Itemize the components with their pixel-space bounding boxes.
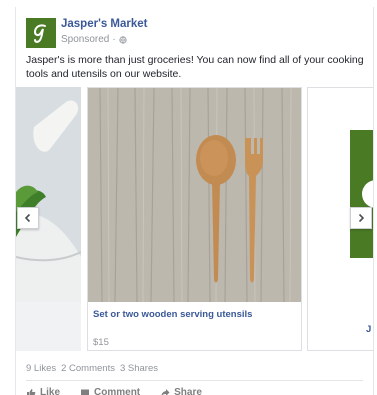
chevron-right-icon	[358, 213, 365, 223]
engagement-stats: 9 Likes 2 Comments 3 Shares	[26, 363, 158, 374]
chevron-left-icon	[24, 213, 31, 223]
carousel-prev-button[interactable]	[17, 207, 39, 229]
sponsored-post-card: Jasper's Market Sponsored · Jasper's is …	[15, 7, 374, 395]
sponsored-label[interactable]: Sponsored	[61, 34, 109, 45]
wooden-utensils-image	[88, 88, 301, 302]
comment-label: Comment	[94, 387, 141, 395]
share-label: Share	[174, 387, 202, 395]
brand-green-panel	[350, 130, 373, 258]
product-carousel: Set or two wooden serving utensils $15 J	[16, 87, 373, 351]
page-name-link[interactable]: Jasper's Market	[61, 18, 147, 30]
share-icon	[161, 388, 170, 395]
like-label: Like	[40, 387, 61, 395]
next-product-title-link[interactable]: J	[366, 324, 371, 335]
next-product-image	[308, 88, 373, 302]
meta-separator: ·	[112, 34, 116, 45]
carousel-card-utensils[interactable]: Set or two wooden serving utensils $15	[87, 87, 302, 351]
product-title-link[interactable]: Set or two wooden serving utensils	[93, 309, 252, 320]
like-icon	[27, 388, 36, 395]
shares-count[interactable]: 3 Shares	[120, 363, 158, 374]
actions-divider	[26, 380, 363, 381]
post-meta: Sponsored ·	[61, 34, 127, 45]
brand-logo-icon[interactable]	[26, 18, 56, 48]
carousel-next-button[interactable]	[350, 207, 372, 229]
comment-button[interactable]: Comment	[80, 387, 140, 395]
comments-count[interactable]: 2 Comments	[61, 363, 115, 374]
share-button[interactable]: Share	[160, 387, 202, 395]
comment-icon	[81, 389, 90, 395]
post-actions: Like Comment Share	[26, 387, 202, 395]
likes-count[interactable]: 9 Likes	[26, 363, 56, 374]
globe-icon	[119, 35, 127, 44]
mortar-pestle-image	[16, 87, 81, 302]
post-text: Jasper's is more than just groceries! Yo…	[26, 54, 364, 80]
like-button[interactable]: Like	[26, 387, 60, 395]
product-price: $15	[93, 337, 109, 348]
